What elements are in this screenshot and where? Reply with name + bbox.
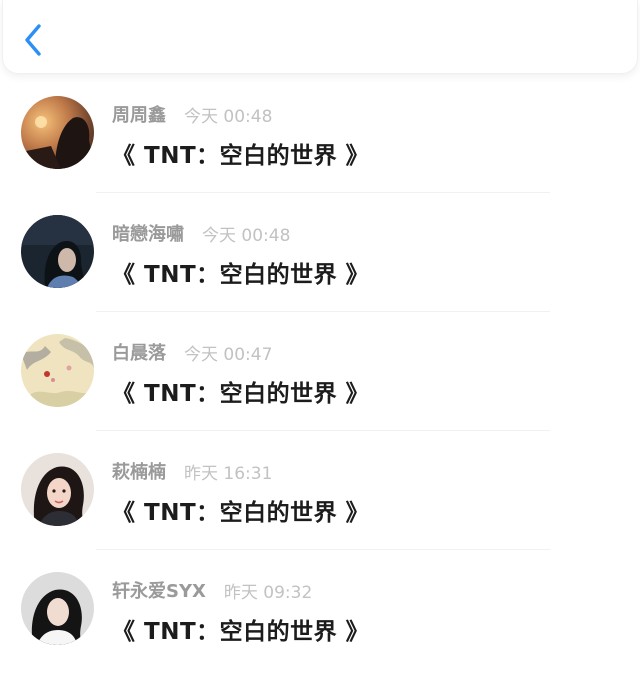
item-meta: 周周鑫 今天 00:48 [112, 101, 273, 127]
list-item[interactable]: 萩楠楠 昨天 16:31 《 TNT：空白的世界 》 [0, 431, 640, 550]
top-bar [2, 0, 638, 74]
avatar[interactable] [21, 453, 94, 526]
avatar[interactable] [21, 96, 94, 169]
list-item[interactable]: 白晨落 今天 00:47 《 TNT：空白的世界 》 [0, 312, 640, 431]
message-text: 《 TNT：空白的世界 》 [112, 381, 370, 407]
timestamp: 今天 00:48 [202, 225, 291, 246]
user-name[interactable]: 暗戀海嘯 [112, 220, 184, 246]
message-text: 《 TNT：空白的世界 》 [112, 262, 370, 288]
user-name[interactable]: 轩永爱SYX [112, 577, 206, 603]
back-button[interactable] [19, 20, 49, 60]
timestamp: 昨天 16:31 [184, 463, 273, 484]
avatar[interactable] [21, 572, 94, 645]
item-meta: 轩永爱SYX 昨天 09:32 [112, 577, 313, 603]
user-name[interactable]: 周周鑫 [112, 101, 166, 127]
message-text: 《 TNT：空白的世界 》 [112, 500, 370, 526]
user-name[interactable]: 白晨落 [112, 339, 166, 365]
chevron-left-icon [25, 24, 41, 56]
timestamp: 昨天 09:32 [223, 582, 313, 603]
comment-list: 周周鑫 今天 00:48 《 TNT：空白的世界 》 暗戀海嘯 今天 00:48… [0, 74, 640, 669]
avatar[interactable] [21, 215, 94, 288]
message-text: 《 TNT：空白的世界 》 [112, 143, 370, 169]
timestamp: 今天 00:47 [184, 344, 273, 365]
list-item[interactable]: 暗戀海嘯 今天 00:48 《 TNT：空白的世界 》 [0, 193, 640, 312]
avatar[interactable] [21, 334, 94, 407]
list-item[interactable]: 轩永爱SYX 昨天 09:32 《 TNT：空白的世界 》 [0, 550, 640, 669]
item-meta: 暗戀海嘯 今天 00:48 [112, 220, 291, 246]
user-name[interactable]: 萩楠楠 [112, 458, 166, 484]
item-meta: 萩楠楠 昨天 16:31 [112, 458, 273, 484]
list-item[interactable]: 周周鑫 今天 00:48 《 TNT：空白的世界 》 [0, 74, 640, 193]
timestamp: 今天 00:48 [184, 106, 273, 127]
message-text: 《 TNT：空白的世界 》 [112, 619, 370, 645]
item-meta: 白晨落 今天 00:47 [112, 339, 273, 365]
